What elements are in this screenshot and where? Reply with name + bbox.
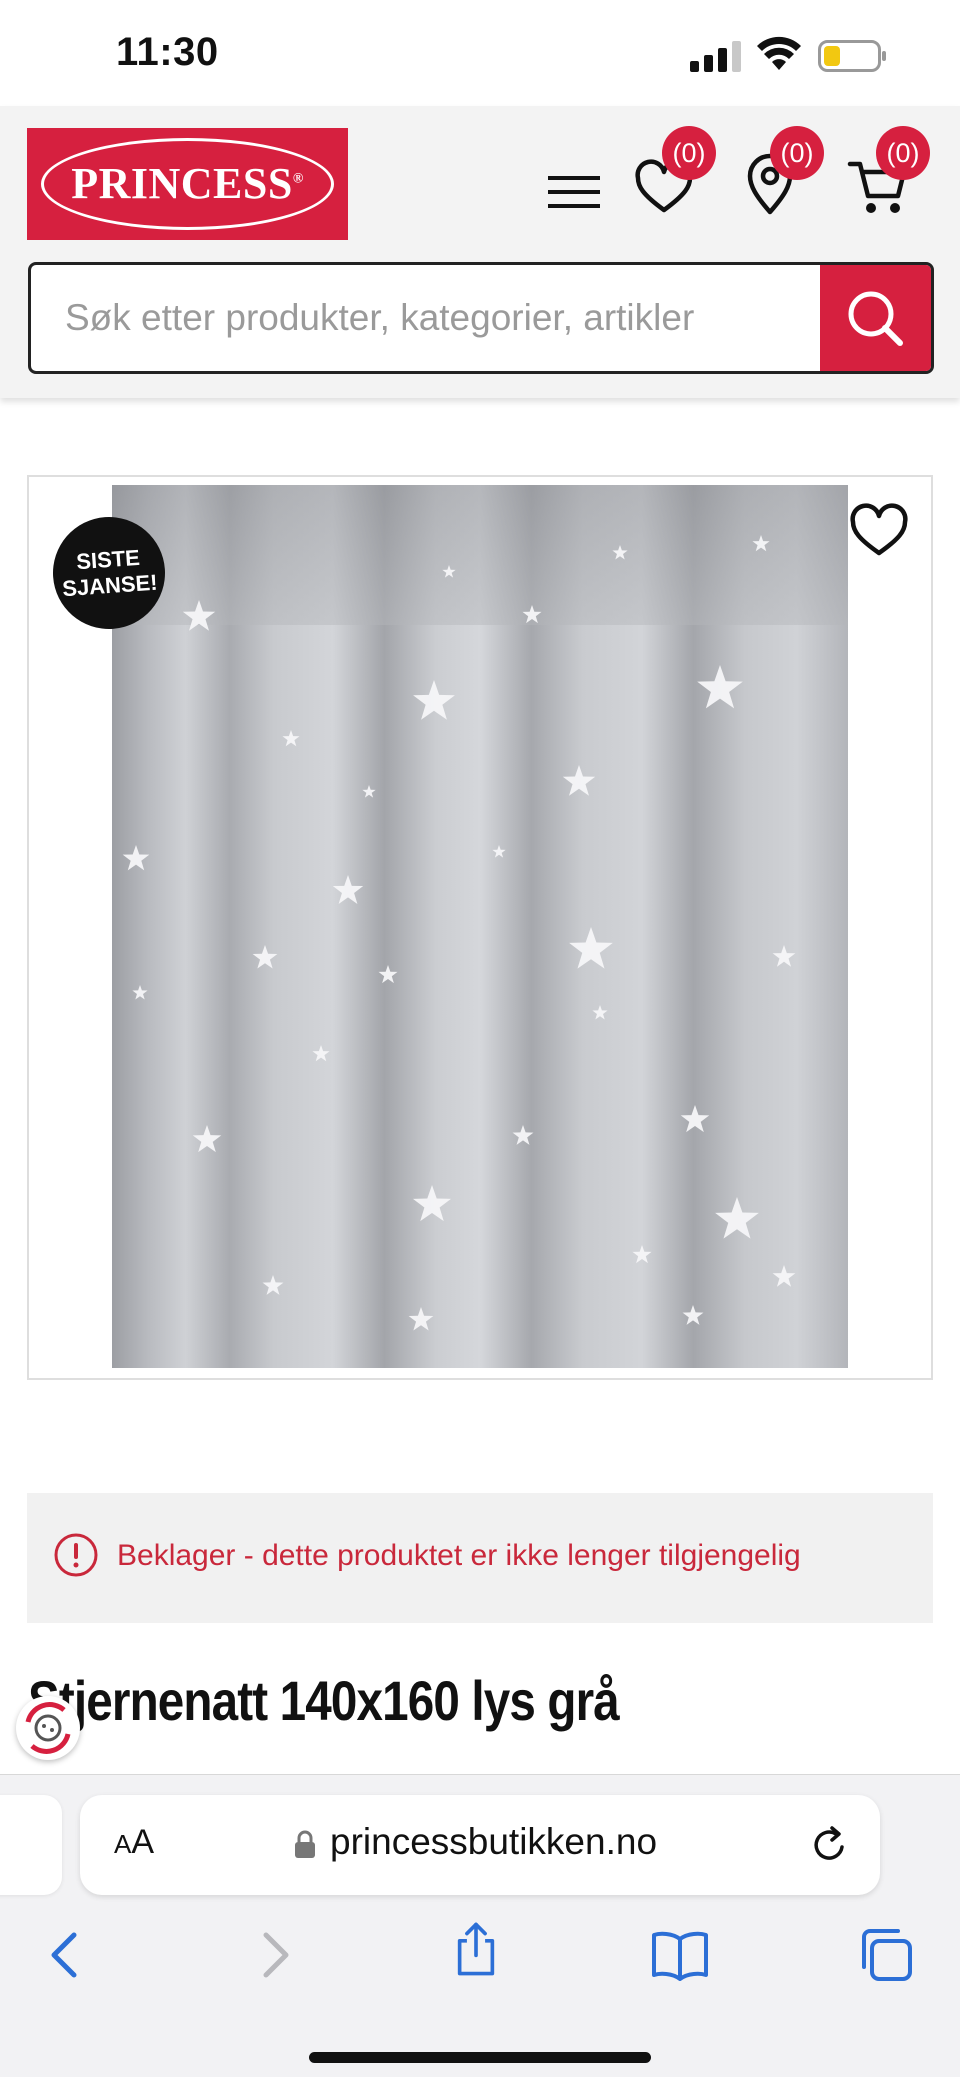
badge-line-2: SJANSE! [61,569,159,602]
search-bar [28,262,934,374]
battery-icon [818,40,886,72]
alert-message: Beklager - dette produktet er ikke lenge… [117,1539,801,1572]
previous-tab-preview[interactable] [0,1795,62,1895]
floating-widget-button[interactable] [16,1696,80,1760]
product-title: Stjernenatt 140x160 lys grå [28,1669,620,1732]
aa-large: A [131,1823,155,1861]
cart-count-badge: (0) [876,126,930,180]
status-bar: 11:30 [0,0,960,106]
logo-registered-mark: ® [292,171,304,187]
logo-text: PRINCESS® [27,158,348,209]
browser-toolbar: AA princessbutikken.no [0,1774,960,2077]
home-indicator [309,2052,651,2063]
unavailable-alert: Beklager - dette produktet er ikke lenge… [27,1493,933,1623]
forward-chevron-icon[interactable] [244,1925,304,1985]
hamburger-menu-icon[interactable] [542,160,606,224]
status-time: 11:30 [116,30,219,74]
search-icon [848,291,903,346]
url-text: princessbutikken.no [330,1821,658,1862]
lock-icon [295,1830,315,1858]
cellular-signal-icon [690,40,742,72]
princess-logo[interactable]: PRINCESS® [27,128,348,240]
stores-count-badge: (0) [770,126,824,180]
text-size-button[interactable]: AA [114,1823,154,1862]
floating-widget-icon [25,1702,71,1754]
search-button[interactable] [820,265,931,371]
site-header: PRINCESS® (0) (0) (0) [0,106,960,398]
wishlist-count-badge: (0) [662,126,716,180]
wifi-icon [757,36,801,70]
search-input[interactable] [31,265,823,371]
logo-wordmark: PRINCESS [71,159,293,208]
add-to-wishlist-heart-icon[interactable] [849,503,909,559]
bookmarks-book-icon[interactable] [650,1925,710,1985]
share-icon[interactable] [446,1919,506,1979]
address-bar[interactable]: AA princessbutikken.no [80,1795,880,1895]
alert-exclamation-icon [54,1533,98,1577]
tabs-overview-icon[interactable] [856,1925,916,1985]
back-chevron-icon[interactable] [36,1925,96,1985]
curtain-product-image[interactable] [112,485,848,1368]
reload-icon[interactable] [808,1823,852,1867]
product-image-card: SISTE SJANSE! [27,475,933,1380]
aa-small: A [114,1829,132,1859]
